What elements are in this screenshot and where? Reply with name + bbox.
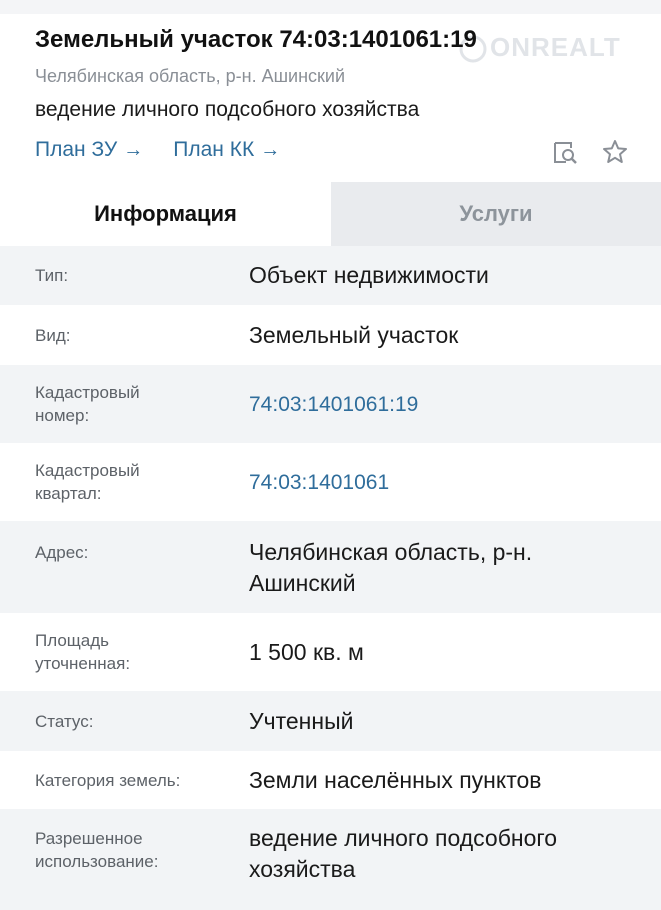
row-label: Статус:: [35, 711, 94, 731]
row-value: Учтенный: [249, 707, 354, 734]
row-cadastral-quarter: Кадастровый квартал: 74:03:1401061: [0, 443, 661, 521]
usage-subtitle: ведение личного подсобного хозяйства: [35, 98, 420, 121]
tab-services[interactable]: Услуги: [331, 182, 661, 246]
header-tools: [551, 138, 629, 166]
plan-kk-link[interactable]: План КК →: [173, 138, 280, 162]
row-label: Адрес:: [35, 543, 89, 562]
row-label: Кадастровый номер:: [35, 383, 140, 425]
row-value: ведение личного подсобного хозяйства: [249, 825, 558, 882]
page-title: Земельный участок 74:03:1401061:19: [35, 26, 477, 53]
row-address: Адрес: Челябинская область, р-н. Ашински…: [0, 521, 661, 613]
tab-information[interactable]: Информация: [0, 182, 331, 246]
tab-bar: Информация Услуги: [0, 182, 661, 246]
row-label: Вид:: [35, 325, 71, 345]
row-label: Кадастровый квартал:: [35, 461, 140, 503]
row-area: Площадь уточненная: 1 500 кв. м: [0, 613, 661, 691]
row-label: Категория земель:: [35, 770, 181, 790]
plan-zu-label: План ЗУ: [35, 138, 118, 161]
row-label: Тип:: [35, 266, 69, 285]
document-search-icon[interactable]: [551, 138, 579, 166]
row-label: Разрешенное использование:: [35, 829, 159, 871]
region-subtitle: Челябинская область, р-н. Ашинский: [35, 66, 346, 86]
row-value: Земли населённых пунктов: [249, 766, 542, 793]
row-value: Земельный участок: [249, 321, 459, 348]
header: ONREALT Земельный участок 74:03:1401061:…: [0, 14, 661, 182]
row-value: Челябинская область, р-н. Ашинский: [249, 539, 533, 596]
row-permitted-use: Разрешенное использование: ведение лично…: [0, 809, 661, 910]
top-strip: [0, 0, 661, 14]
property-list: Тип: Объект недвижимости Вид: Земельный …: [0, 246, 661, 910]
row-status: Статус: Учтенный: [0, 691, 661, 751]
row-type: Тип: Объект недвижимости: [0, 246, 661, 305]
star-outline-icon[interactable]: [601, 138, 629, 166]
row-value: 1 500 кв. м: [249, 638, 364, 665]
arrow-right-icon: →: [123, 138, 144, 161]
row-label: Площадь уточненная:: [35, 631, 131, 673]
row-kind: Вид: Земельный участок: [0, 305, 661, 365]
plan-zu-link[interactable]: План ЗУ →: [35, 138, 143, 162]
row-value: Объект недвижимости: [249, 262, 489, 288]
plan-kk-label: План КК: [173, 138, 255, 161]
cadastral-quarter-link[interactable]: 74:03:1401061: [249, 467, 639, 498]
watermark-logo: ONREALT: [458, 32, 621, 64]
row-land-category: Категория земель: Земли населённых пункт…: [0, 751, 661, 809]
arrow-right-icon: →: [260, 138, 281, 161]
cadastral-number-link[interactable]: 74:03:1401061:19: [249, 389, 639, 420]
row-cadastral-number: Кадастровый номер: 74:03:1401061:19: [0, 365, 661, 443]
plan-links: План ЗУ → План КК →: [35, 138, 280, 162]
